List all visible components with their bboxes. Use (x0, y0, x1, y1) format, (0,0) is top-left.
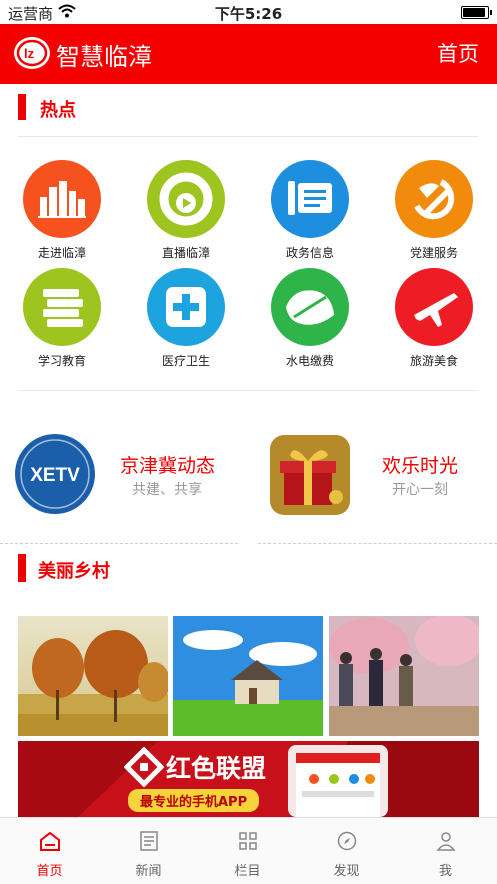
xetv-logo-text: XETV (30, 465, 80, 486)
grid-item-travel[interactable]: 旅游美食 (372, 268, 496, 369)
leaf-icon (271, 268, 349, 346)
live-play-icon (147, 160, 225, 238)
status-time: 下午5:26 (214, 5, 283, 23)
app-header: lz 智慧临漳 首页 (0, 24, 497, 84)
grid-item-utilities[interactable]: 水电缴费 (248, 268, 372, 369)
person-icon (435, 832, 456, 851)
promo-subtitle: 开心一刻 (392, 482, 448, 498)
grid-item-label: 旅游美食 (409, 354, 458, 368)
svg-text:lz: lz (24, 46, 35, 61)
tab-columns[interactable]: 栏目 (198, 818, 297, 884)
grid-item-label: 直播临漳 (161, 246, 210, 260)
compass-icon (337, 831, 356, 851)
grid-item-label: 学习教育 (37, 354, 86, 368)
grid-item-intro[interactable]: 走进临漳 (0, 160, 124, 261)
status-bar: 运营商 下午5:26 (0, 0, 497, 24)
airplane-icon (395, 268, 473, 346)
tab-label: 首页 (36, 864, 63, 879)
photo-peach-blossom[interactable] (329, 616, 479, 736)
grid-item-live[interactable]: 直播临漳 (124, 160, 248, 261)
grid-item-label: 水电缴费 (285, 354, 334, 368)
tab-news[interactable]: 新闻 (99, 818, 198, 884)
grid-item-education[interactable]: 学习教育 (0, 268, 124, 369)
grid-item-label: 走进临漳 (37, 246, 86, 260)
books-icon (23, 268, 101, 346)
section-title-village: 美丽乡村 (38, 561, 110, 582)
red-alliance-banner[interactable]: 红色联盟 最专业的手机APP (18, 741, 479, 817)
home-button[interactable]: 首页 (437, 38, 479, 68)
grid-item-label: 党建服务 (409, 246, 458, 260)
home-icon (39, 831, 60, 851)
document-pen-icon (271, 160, 349, 238)
battery-icon (461, 6, 492, 19)
grid-item-medical[interactable]: 医疗卫生 (124, 268, 248, 369)
bottom-tab-bar: 首页 新闻 栏目 发现 我 (0, 817, 497, 884)
photo-autumn-trees[interactable] (18, 616, 168, 736)
gift-box-image (270, 435, 350, 515)
section-marker (18, 94, 26, 120)
dashed-divider (258, 543, 497, 544)
grid-item-gov[interactable]: 政务信息 (248, 160, 372, 261)
divider (18, 390, 478, 391)
divider (18, 136, 478, 137)
promo-subtitle: 共建、共享 (132, 482, 202, 498)
dashed-divider (0, 543, 238, 544)
app-logo: lz (14, 37, 50, 69)
section-title-hot: 热点 (40, 100, 76, 121)
app-title: 智慧临漳 (56, 43, 152, 71)
grid-item-party[interactable]: 党建服务 (372, 160, 496, 261)
xetv-logo: XETV (15, 434, 95, 514)
banner-title: 红色联盟 (166, 754, 267, 783)
tab-label: 栏目 (234, 864, 261, 879)
grid-item-label: 医疗卫生 (161, 354, 210, 368)
tab-me[interactable]: 我 (396, 818, 495, 884)
promo-title: 京津冀动态 (120, 455, 216, 477)
section-marker (18, 554, 26, 582)
banner-subtitle: 最专业的手机APP (128, 789, 260, 812)
tab-label: 发现 (333, 864, 360, 879)
grid-item-label: 政务信息 (285, 246, 334, 260)
tab-label: 我 (438, 864, 452, 879)
promo-card-happy[interactable]: 欢乐时光 开心一刻 (268, 433, 488, 517)
party-emblem-icon (395, 160, 473, 238)
photo-house-field[interactable] (173, 616, 323, 736)
grid-icon (238, 832, 257, 850)
red-alliance-logo (124, 747, 164, 787)
medical-cross-icon (147, 268, 225, 346)
promo-card-jjj[interactable]: XETV 京津冀动态 共建、共享 (14, 433, 239, 517)
tab-discover[interactable]: 发现 (297, 818, 396, 884)
city-icon (23, 160, 101, 238)
tab-label: 新闻 (135, 864, 162, 879)
promo-title: 欢乐时光 (382, 455, 459, 477)
news-icon (139, 831, 158, 851)
tab-home[interactable]: 首页 (0, 818, 99, 884)
